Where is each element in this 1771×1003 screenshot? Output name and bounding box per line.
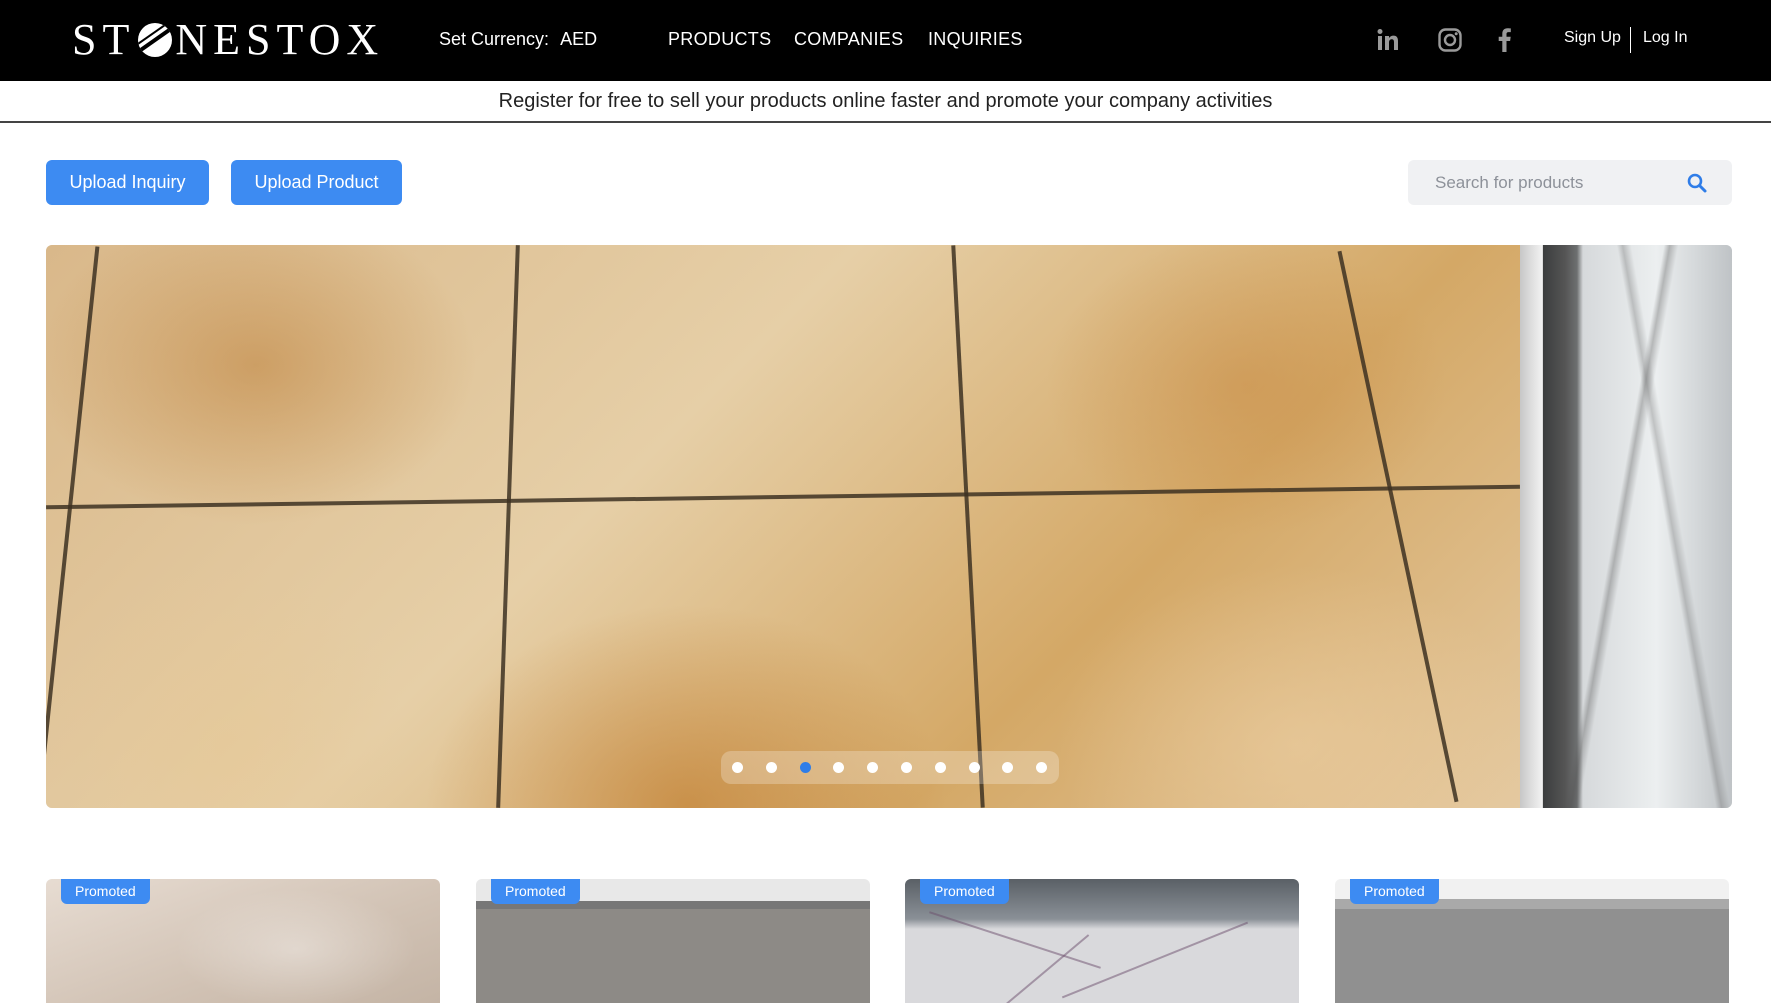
facebook-icon[interactable]	[1491, 26, 1519, 54]
banner-text: Register for free to sell your products …	[498, 90, 1273, 112]
carousel-dot[interactable]	[968, 762, 980, 773]
stonestox-logo[interactable]: ST NESTOX	[72, 18, 384, 62]
tile-joint	[1337, 250, 1459, 803]
promoted-badge: Promoted	[491, 879, 580, 904]
nav-inquiries[interactable]: INQUIRIES	[928, 29, 1023, 50]
search-box	[1408, 160, 1732, 205]
carousel-dots	[721, 751, 1059, 784]
marble-vein	[929, 911, 1101, 969]
carousel-slide-next-preview[interactable]	[1543, 245, 1732, 808]
promoted-badge: Promoted	[61, 879, 150, 904]
currency-label: Set Currency:	[439, 29, 550, 49]
product-card[interactable]: Promoted	[905, 879, 1299, 1003]
tile-joint	[46, 484, 1520, 510]
register-banner: Register for free to sell your products …	[0, 81, 1771, 123]
upload-product-button[interactable]: Upload Product	[231, 160, 402, 205]
upload-inquiry-button[interactable]: Upload Inquiry	[46, 160, 209, 205]
product-card[interactable]: Promoted	[1335, 879, 1729, 1003]
product-card[interactable]: Promoted	[46, 879, 440, 1003]
hero-carousel[interactable]	[46, 245, 1732, 808]
carousel-slide-gap	[1520, 245, 1542, 808]
sign-up-link[interactable]: Sign Up	[1564, 29, 1621, 47]
carousel-dot[interactable]	[765, 762, 777, 773]
marble-vein	[1061, 921, 1249, 999]
linkedin-icon[interactable]	[1374, 26, 1402, 54]
logo-o-icon	[138, 23, 173, 57]
search-input[interactable]	[1408, 160, 1678, 205]
currency-selector[interactable]: Set Currency: AED	[439, 29, 597, 50]
tile-joint	[496, 245, 520, 808]
carousel-dot[interactable]	[732, 762, 743, 773]
carousel-dot[interactable]	[934, 762, 946, 773]
carousel-slide-travertine	[46, 245, 1520, 808]
nav-products[interactable]: PRODUCTS	[668, 29, 771, 50]
carousel-dot[interactable]	[1002, 762, 1014, 773]
carousel-dot[interactable]	[901, 762, 912, 773]
carousel-dot[interactable]	[1036, 762, 1048, 773]
tile-joint	[951, 245, 985, 808]
carousel-dot[interactable]	[799, 762, 811, 773]
search-icon[interactable]	[1686, 172, 1708, 194]
top-navbar: ST NESTOX Set Currency: AED PRODUCTS COMP…	[0, 0, 1771, 81]
nav-companies[interactable]: COMPANIES	[794, 29, 903, 50]
promoted-badge: Promoted	[920, 879, 1009, 904]
instagram-icon[interactable]	[1436, 26, 1464, 54]
carousel-dot[interactable]	[833, 762, 845, 773]
log-in-link[interactable]: Log In	[1643, 29, 1687, 47]
carousel-dot[interactable]	[867, 762, 879, 773]
auth-divider	[1630, 27, 1631, 53]
product-card[interactable]: Promoted	[476, 879, 870, 1003]
promoted-badge: Promoted	[1350, 879, 1439, 904]
tile-joint	[46, 246, 100, 807]
currency-value: AED	[560, 29, 598, 49]
